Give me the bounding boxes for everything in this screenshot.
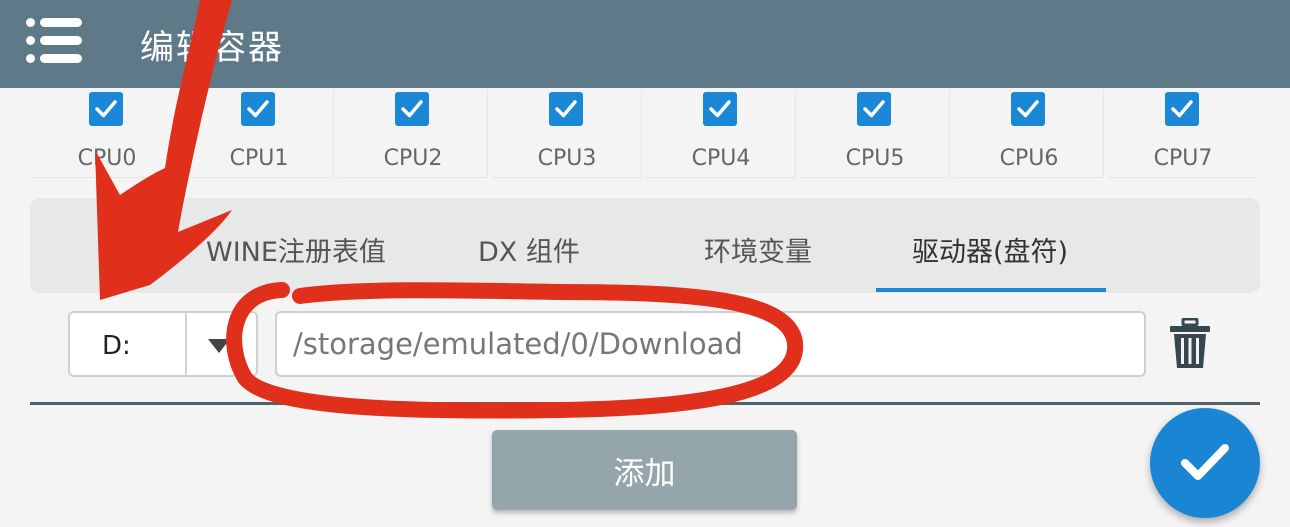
tab-drives[interactable]: 驱动器(盘符) <box>912 230 1068 269</box>
checkmark-icon <box>1181 444 1229 480</box>
cpu-label: CPU5 <box>845 146 905 171</box>
check-icon[interactable] <box>89 92 123 126</box>
tab-dx-components[interactable]: DX 组件 <box>478 230 580 269</box>
drive-letter-value: D: <box>102 331 131 361</box>
tab-wine-registry[interactable]: WINE注册表值 <box>206 230 386 269</box>
divider <box>30 402 1260 405</box>
menu-icon[interactable] <box>26 18 82 64</box>
page-title: 编辑容器 <box>140 28 284 68</box>
cpu-label: CPU6 <box>999 146 1059 171</box>
confirm-button[interactable] <box>1150 408 1260 518</box>
cpu-item[interactable]: CPU6 <box>954 90 1104 178</box>
drive-path-input[interactable] <box>275 311 1146 377</box>
check-icon[interactable] <box>857 92 891 126</box>
check-icon[interactable] <box>395 92 429 126</box>
cpu-item[interactable]: CPU0 <box>32 90 182 178</box>
check-icon[interactable] <box>703 92 737 126</box>
cpu-label: CPU3 <box>537 146 597 171</box>
trash-icon[interactable] <box>1168 318 1212 370</box>
select-divider <box>185 313 187 375</box>
cpu-label: CPU2 <box>383 146 443 171</box>
tab-env-vars[interactable]: 环境变量 <box>704 230 812 269</box>
cpu-affinity-row: CPU0 CPU1 CPU2 CPU3 CPU4 CPU5 CPU6 CPU7 <box>32 90 1260 180</box>
app-bar: 编辑容器 <box>0 0 1290 88</box>
cpu-label: CPU4 <box>691 146 751 171</box>
check-icon[interactable] <box>241 92 275 126</box>
add-drive-button[interactable]: 添加 <box>492 430 797 510</box>
check-icon[interactable] <box>549 92 583 126</box>
cpu-label: CPU0 <box>77 146 137 171</box>
cpu-item[interactable]: CPU1 <box>184 90 334 178</box>
cpu-item[interactable]: CPU3 <box>492 90 642 178</box>
check-icon[interactable] <box>1165 92 1199 126</box>
cpu-label: CPU7 <box>1153 146 1213 171</box>
tab-bar: WINE注册表值 DX 组件 环境变量 驱动器(盘符) <box>30 198 1260 293</box>
cpu-item[interactable]: CPU2 <box>338 90 488 178</box>
active-tab-indicator <box>876 288 1106 292</box>
cpu-item[interactable]: CPU7 <box>1108 90 1258 178</box>
cpu-label: CPU1 <box>229 146 289 171</box>
cpu-item[interactable]: CPU4 <box>646 90 796 178</box>
caret-down-icon[interactable] <box>208 339 230 353</box>
cpu-item[interactable]: CPU5 <box>800 90 950 178</box>
check-icon[interactable] <box>1011 92 1045 126</box>
drive-letter-select[interactable]: D: <box>68 311 258 377</box>
